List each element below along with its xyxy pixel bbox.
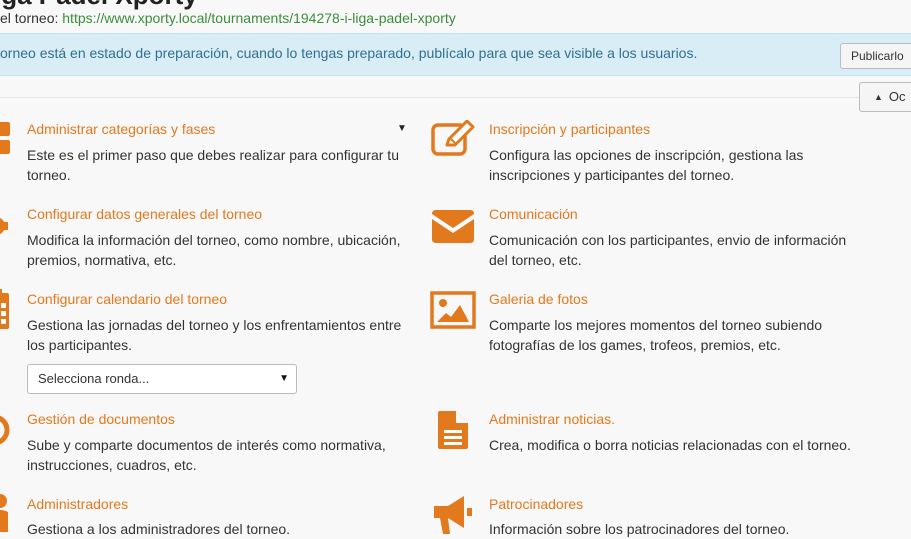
item-desc-calendar: Gestiona las jornadas del torneo y los e… <box>27 317 402 353</box>
item-title-administrators[interactable]: Administradores <box>27 496 128 512</box>
url-label: el torneo: <box>0 10 63 26</box>
envelope-icon <box>432 210 474 243</box>
item-title-documents[interactable]: Gestión de documentos <box>27 411 175 427</box>
item-title-calendar[interactable]: Configurar calendario del torneo <box>27 291 227 307</box>
categories-icon <box>0 122 10 154</box>
item-title-communication[interactable]: Comunicación <box>489 206 578 222</box>
tournament-url-link[interactable]: https://www.xporty.local/tournaments/194… <box>62 10 455 26</box>
item-title-registration[interactable]: Inscripción y participantes <box>489 121 650 137</box>
item-title-news[interactable]: Administrar noticias. <box>489 411 615 427</box>
users-icon <box>0 494 8 532</box>
item-desc-administrators: Gestiona a los administradores del torne… <box>27 521 291 537</box>
item-desc-news: Crea, modifica o borra noticias relacion… <box>489 437 851 453</box>
hide-button-label: Oc <box>888 89 906 104</box>
file-icon <box>438 411 468 449</box>
hide-button[interactable]: ▲ Oc <box>859 82 911 112</box>
item-desc-categories: Este es el primer paso que debes realiza… <box>27 147 399 183</box>
item-title-general-data[interactable]: Configurar datos generales del torneo <box>27 206 262 222</box>
chevron-down-icon: ▼ <box>279 373 289 384</box>
publish-button[interactable]: Publicarlo <box>840 43 911 69</box>
status-notice: orneo está en estado de preparación, cua… <box>0 33 911 76</box>
triangle-up-icon: ▲ <box>874 92 883 102</box>
calendar-icon <box>0 289 9 329</box>
item-desc-general-data: Modifica la información del torneo, como… <box>27 232 401 268</box>
item-desc-documents: Sube y comparte documentos de interés co… <box>27 437 386 473</box>
documents-icon <box>0 415 10 445</box>
megaphone-icon <box>434 496 472 534</box>
item-title-photo-gallery[interactable]: Galeria de fotos <box>489 291 588 307</box>
item-title-sponsors[interactable]: Patrocinadores <box>489 496 583 512</box>
item-desc-photo-gallery: Comparte los mejores momentos del torneo… <box>489 317 823 353</box>
notice-text: orneo está en estado de preparación, cua… <box>0 45 698 61</box>
round-select[interactable]: Selecciona ronda... ▼ <box>27 364 297 394</box>
item-desc-registration: Configura las opciones de inscripción, g… <box>489 147 804 183</box>
gear-icon <box>0 217 8 235</box>
tournament-url-line: el torneo: https://www.xporty.local/tour… <box>0 10 456 26</box>
round-select-value: Selecciona ronda... <box>38 371 150 386</box>
picture-icon <box>430 291 476 329</box>
item-desc-communication: Comunicación con los participantes, envi… <box>489 232 847 268</box>
divider <box>0 97 911 98</box>
item-desc-sponsors: Información sobre los patrocinadores del… <box>489 521 790 537</box>
edit-icon <box>431 120 475 156</box>
caret-down-icon[interactable]: ▼ <box>397 123 407 134</box>
item-title-categories[interactable]: Administrar categorías y fases <box>27 121 215 137</box>
